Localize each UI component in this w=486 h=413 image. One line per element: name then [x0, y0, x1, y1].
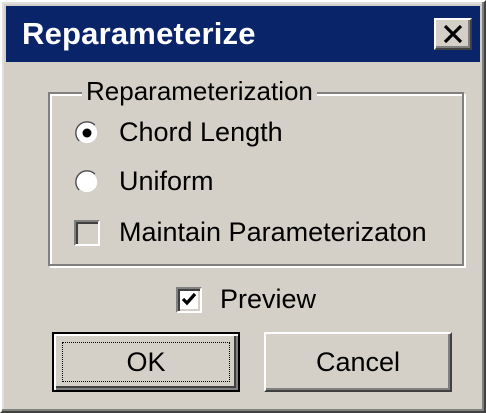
preview-checkbox[interactable] [176, 287, 202, 313]
group-label: Reparameterization [82, 76, 317, 106]
uniform-radio[interactable] [74, 169, 100, 195]
uniform-label[interactable]: Uniform [119, 165, 214, 197]
maintain-parameterization-label[interactable]: Maintain Parameterizaton [119, 216, 427, 248]
window-title: Reparameterize [22, 16, 256, 51]
close-icon [443, 25, 463, 43]
reparameterize-dialog: Reparameterize Reparameterization Chord … [0, 0, 486, 413]
ok-label: OK [126, 347, 166, 377]
cancel-button[interactable]: Cancel [264, 332, 452, 392]
close-button[interactable] [434, 18, 472, 50]
radio-selected-dot [82, 128, 92, 138]
ok-button[interactable]: OK [52, 332, 240, 392]
chord-length-radio[interactable] [74, 120, 100, 146]
cancel-label: Cancel [315, 347, 401, 377]
chord-length-label[interactable]: Chord Length [119, 116, 283, 148]
preview-label[interactable]: Preview [220, 283, 316, 315]
title-bar[interactable]: Reparameterize [6, 6, 480, 62]
checkmark-icon [181, 292, 197, 306]
maintain-parameterization-checkbox[interactable] [74, 220, 100, 246]
